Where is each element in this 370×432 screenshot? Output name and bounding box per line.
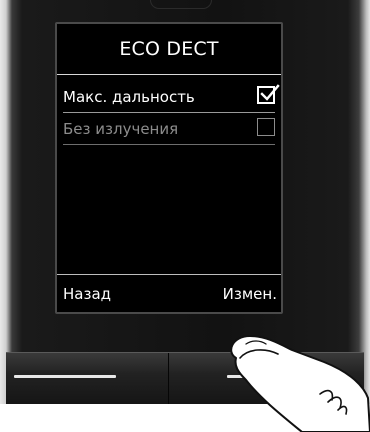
- earpiece-notch: [150, 0, 212, 9]
- softkey-bar: Назад Измен.: [57, 274, 281, 310]
- item-divider: [63, 112, 275, 113]
- right-display-key[interactable]: [169, 353, 364, 405]
- right-key-bar: [227, 375, 317, 378]
- menu-item-label: Без излучения: [63, 120, 179, 138]
- checkbox-unchecked-icon[interactable]: [257, 118, 275, 136]
- title-divider: [57, 74, 281, 75]
- checkbox-checked-icon[interactable]: [257, 84, 280, 104]
- item-divider: [63, 144, 275, 145]
- menu-title: ECO DECT: [119, 38, 219, 60]
- softkey-back[interactable]: Назад: [63, 285, 111, 303]
- softkey-change[interactable]: Измен.: [223, 285, 277, 303]
- background-bottom: [0, 404, 370, 432]
- menu-item-no-radiation[interactable]: Без излучения: [63, 116, 275, 145]
- phone-illustration: ECO DECT Макс. дальность Без излучения Н…: [0, 0, 370, 432]
- left-key-bar: [14, 375, 116, 378]
- handset-display: ECO DECT Макс. дальность Без излучения Н…: [55, 22, 283, 314]
- left-display-key[interactable]: [6, 353, 169, 405]
- softkey-divider: [57, 274, 281, 275]
- menu-item-max-range[interactable]: Макс. дальность: [63, 84, 280, 113]
- menu-item-label: Макс. дальность: [63, 88, 195, 106]
- hardware-softkey-row: [6, 352, 364, 405]
